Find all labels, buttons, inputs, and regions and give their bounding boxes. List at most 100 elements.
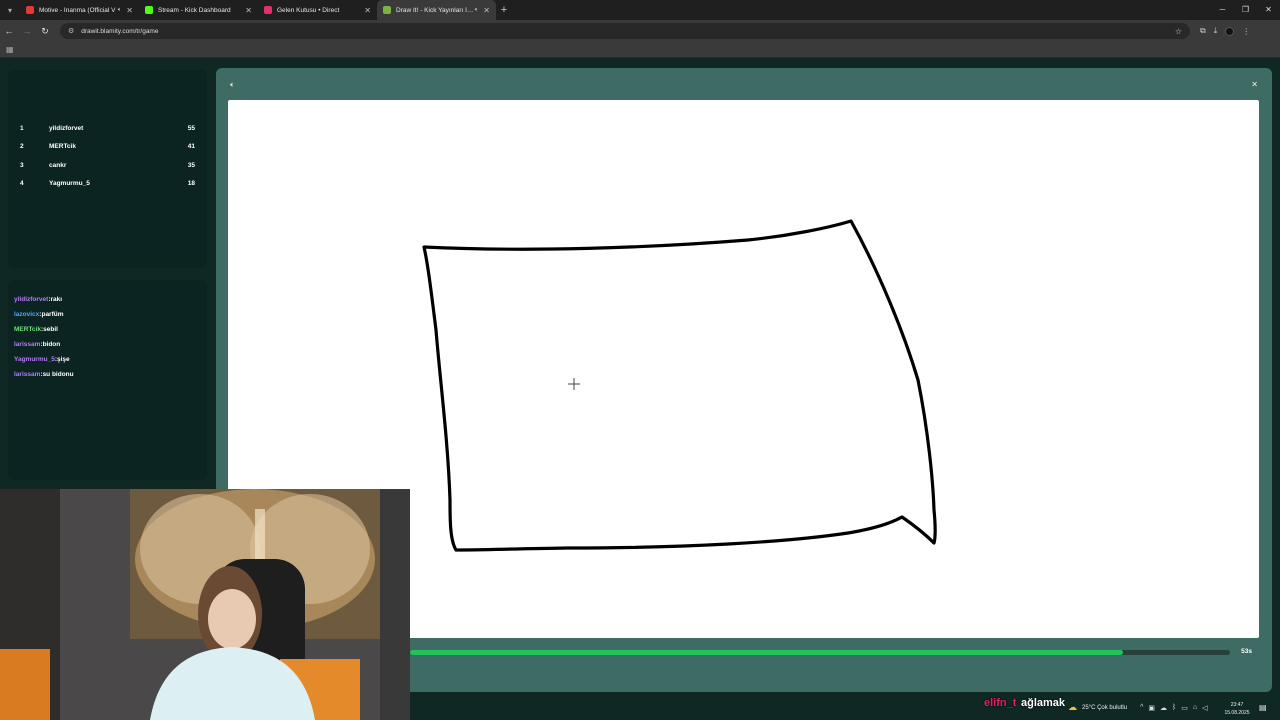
bookmarks-bar: ▦ xyxy=(0,42,1280,58)
close-icon[interactable]: ✕ xyxy=(1251,80,1258,89)
timer-progress-fill xyxy=(410,650,1124,655)
chat-username[interactable]: Yagmurmu_5 xyxy=(14,356,55,363)
drawn-stroke xyxy=(422,219,937,552)
chat-panel: yildizforvet:rakı lazovicx:parfüm MERTcik:… xyxy=(8,280,207,480)
chat-username[interactable]: lazovicx xyxy=(14,311,39,318)
chat-username[interactable]: larissam xyxy=(14,341,40,348)
tab-close-icon[interactable]: ✕ xyxy=(483,6,490,15)
extensions-icon[interactable]: ⧉ xyxy=(1200,26,1206,36)
leaderboard-rank: 1 xyxy=(20,124,24,132)
chat-username[interactable]: larissam xyxy=(14,371,40,378)
tray-cloud-icon[interactable]: ☁ xyxy=(1160,704,1167,712)
tab-audio-icon[interactable]: 🔈︎ xyxy=(475,7,479,14)
leaderboard-row: 1 yildizforvet 55 xyxy=(20,122,195,134)
tray-bluetooth-icon[interactable]: ᛒ xyxy=(1172,704,1176,711)
clock-date: 15.08.2025 xyxy=(1224,710,1250,716)
leaderboard-name: MERTcik xyxy=(49,143,76,150)
tray-chevron-icon[interactable]: ^ xyxy=(1140,704,1143,711)
browser-tab-strip: ▾ Motive - İnanma (Official V 🔈︎ ✕ Stream -… xyxy=(0,0,1280,20)
tab-favicon-icon xyxy=(264,6,272,14)
browser-tab[interactable]: Draw It! - Kick Yayınları İçin 🔈︎ ✕ xyxy=(377,0,496,20)
tab-title: Gelen Kutusu • Direct xyxy=(277,6,340,14)
restore-icon[interactable]: ❐ xyxy=(1234,0,1257,20)
tray-app-icon[interactable]: ▣ xyxy=(1148,704,1155,712)
taskbar-clock[interactable]: 23:47 15.08.2025 xyxy=(1222,701,1252,717)
browser-toolbar: ← → ↻ ⚙ drawit.blamity.com/tr/game ☆ ⧉ ⤓… xyxy=(0,20,1280,42)
chat-message: MERTcik:sebil xyxy=(14,326,58,336)
leaderboard-name: Yagmurmu_5 xyxy=(49,180,90,187)
chat-text: bidon xyxy=(42,341,61,348)
leaderboard-row: 2 MERTcik 41 xyxy=(20,141,195,153)
tab-favicon-icon xyxy=(26,6,34,14)
overlay-chat-message: ağlamak xyxy=(1021,697,1066,709)
reload-icon[interactable]: ↻ xyxy=(36,26,54,37)
chat-message: lazovicx:parfüm xyxy=(14,311,64,321)
leaderboard-row: 3 cankr 35 xyxy=(20,159,195,171)
chat-message: Yagmurmu_5:şişe xyxy=(14,356,70,366)
tab-favicon-icon xyxy=(145,6,153,14)
tab-title: Motive - İnanma (Official V xyxy=(39,6,116,14)
leaderboard-score: 55 xyxy=(187,124,195,132)
minimize-icon[interactable]: ─ xyxy=(1211,0,1234,20)
tab-close-icon[interactable]: ✕ xyxy=(126,6,133,15)
leaderboard-rank: 3 xyxy=(20,161,24,169)
url-text: drawit.blamity.com/tr/game xyxy=(81,27,159,35)
leaderboard-row: 4 Yagmurmu_5 18 xyxy=(20,178,195,190)
webcam-overlay xyxy=(0,489,410,720)
speaker-icon[interactable]: 🔈︎ xyxy=(230,80,235,90)
leaderboard-name: yildizforvet xyxy=(49,124,84,132)
close-window-icon[interactable]: ✕ xyxy=(1257,0,1280,20)
tab-title: Stream - Kick Dashboard xyxy=(158,6,231,14)
notification-icon[interactable]: ▤ xyxy=(1259,703,1267,712)
profile-avatar[interactable] xyxy=(1225,26,1235,36)
tab-close-icon[interactable]: ✕ xyxy=(364,6,371,15)
address-bar[interactable]: ⚙ drawit.blamity.com/tr/game ☆ xyxy=(60,23,1190,39)
tray-display-icon[interactable]: ▭ xyxy=(1181,704,1188,712)
browser-tab[interactable]: Stream - Kick Dashboard ✕ xyxy=(139,0,258,20)
leaderboard-rank: 2 xyxy=(20,143,24,150)
webcam-image xyxy=(0,489,410,720)
clock-time: 23:47 xyxy=(1230,702,1244,708)
leaderboard-rank: 4 xyxy=(20,180,24,187)
window-controls: ─ ❐ ✕ xyxy=(1211,0,1280,20)
chat-text: su bidonu xyxy=(42,371,74,378)
leaderboard-name: cankr xyxy=(49,161,67,169)
overlay-chat-user: elifn_t xyxy=(984,697,1017,709)
tab-search-icon[interactable]: ▾ xyxy=(0,0,20,20)
timer-progress-bar xyxy=(410,650,1230,655)
tab-audio-icon[interactable]: 🔈︎ xyxy=(118,7,122,14)
chat-username[interactable]: yildizforvet xyxy=(14,296,48,303)
back-icon[interactable]: ← xyxy=(0,26,18,36)
new-tab-button[interactable]: + xyxy=(496,4,512,16)
tray-volume-icon[interactable]: ◁ xyxy=(1202,704,1207,712)
tray-network-icon[interactable]: ⌂ xyxy=(1193,704,1197,711)
chat-message: yildizforvet:rakı xyxy=(14,296,62,306)
weather-icon: ☁ xyxy=(1068,702,1077,712)
chat-text: rakı xyxy=(50,296,63,303)
chat-username[interactable]: MERTcik xyxy=(14,326,41,333)
leaderboard-score: 41 xyxy=(187,143,195,150)
tab-close-icon[interactable]: ✕ xyxy=(245,6,252,15)
leaderboard-panel: 1 yildizforvet 55 2 MERTcik 41 3 cankr 35 4 Yagmur… xyxy=(8,70,207,268)
chat-message: larissam:su bidonu xyxy=(14,371,74,381)
leaderboard-score: 35 xyxy=(187,161,195,169)
chat-message-partial xyxy=(14,386,16,390)
forward-icon[interactable]: → xyxy=(18,26,36,36)
chat-text: şişe xyxy=(57,356,70,363)
apps-grid-icon[interactable]: ▦ xyxy=(6,45,14,54)
bookmark-star-icon[interactable]: ☆ xyxy=(1175,27,1182,36)
leaderboard-score: 18 xyxy=(187,180,195,187)
site-info-icon[interactable]: ⚙ xyxy=(68,27,74,35)
system-tray: ☁ 25°C Çok bulutlu ^ ▣ ☁ ᛒ ▭ ⌂ ◁ xyxy=(1068,702,1207,713)
browser-tab[interactable]: Gelen Kutusu • Direct ✕ xyxy=(258,0,377,20)
tab-favicon-icon xyxy=(383,6,391,14)
browser-tab[interactable]: Motive - İnanma (Official V 🔈︎ ✕ xyxy=(20,0,139,20)
timer-label: 53s xyxy=(1241,648,1252,655)
chat-message: larissam:bidon xyxy=(14,341,60,351)
downloads-icon[interactable]: ⤓ xyxy=(1214,26,1218,36)
tab-title: Draw It! - Kick Yayınları İçin xyxy=(396,6,475,14)
crosshair-cursor xyxy=(568,378,580,390)
weather-text: 25°C Çok bulutlu xyxy=(1082,704,1128,711)
chat-text: sebil xyxy=(43,326,58,333)
menu-dots-icon[interactable]: ⋮ xyxy=(1242,27,1250,36)
